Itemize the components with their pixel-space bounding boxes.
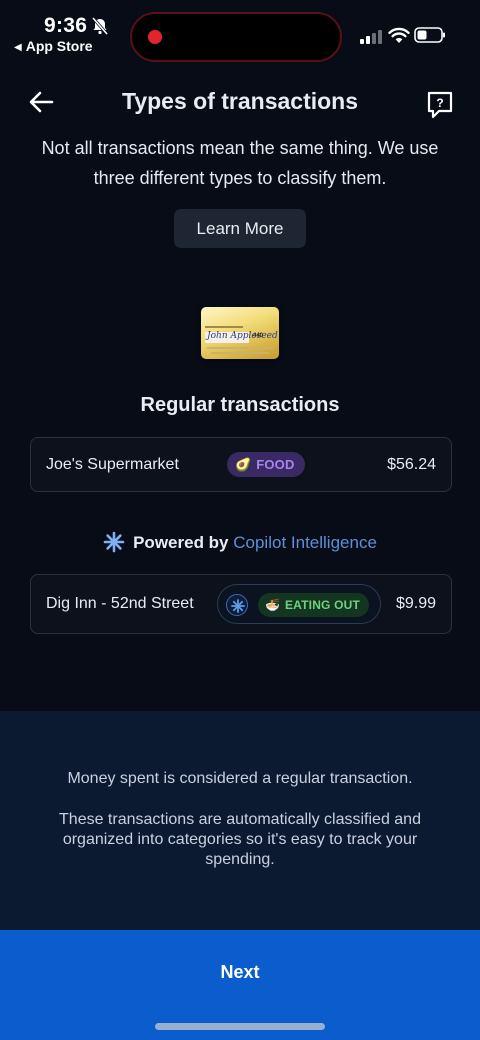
category-pill-eating-out: 🍜 EATING OUT — [258, 593, 370, 617]
sparkle-icon — [103, 531, 125, 553]
help-chat-icon[interactable]: ? — [426, 90, 454, 120]
section-title: Regular transactions — [140, 394, 340, 416]
recording-dot-icon — [148, 30, 162, 44]
home-indicator[interactable] — [155, 1023, 325, 1030]
dynamic-island — [130, 12, 342, 62]
back-triangle-icon: ◀ — [14, 42, 22, 53]
transaction-row: Dig Inn - 52nd Street 🍜 EATING OUT $9.99 — [30, 574, 452, 634]
category-pill-food: 🥑 FOOD — [227, 452, 305, 477]
transaction-amount: $9.99 — [395, 595, 436, 612]
card-line — [207, 347, 273, 349]
avocado-icon: 🥑 — [235, 456, 252, 472]
next-button-label: Next — [220, 962, 260, 982]
powered-by: Powered by Copilot Intelligence — [0, 531, 480, 553]
ai-sparkle-badge — [226, 594, 248, 616]
intro-text: Not all transactions mean the same thing… — [41, 138, 439, 188]
credit-card-illustration: John Appleseed 440 — [201, 307, 279, 359]
back-app-label: App Store — [25, 38, 93, 54]
card-signature: John Appleseed — [207, 331, 278, 341]
page-title: Types of transactions — [121, 88, 359, 114]
transaction-name: Joe's Supermarket — [46, 456, 179, 473]
cellular-signal-icon — [360, 30, 382, 44]
noodle-bowl-icon: 🍜 — [265, 598, 280, 612]
ai-category-suggestion: 🍜 EATING OUT — [217, 584, 381, 624]
wifi-icon — [388, 27, 410, 43]
info-text-primary: Money spent is considered a regular tran… — [67, 770, 413, 787]
svg-text:?: ? — [436, 96, 443, 110]
info-text-secondary: These transactions are automatically cla… — [59, 811, 421, 868]
status-time: 9:36 — [44, 14, 88, 37]
category-label: FOOD — [256, 457, 295, 472]
transaction-amount: $56.24 — [387, 456, 436, 473]
battery-icon — [414, 27, 445, 43]
powered-by-prefix: Powered by — [133, 533, 229, 552]
category-label: EATING OUT — [284, 598, 361, 612]
sparkle-icon — [231, 599, 245, 613]
transaction-row: Joe's Supermarket 🥑 FOOD $56.24 — [30, 437, 452, 492]
powered-by-brand: Copilot Intelligence — [233, 533, 377, 552]
learn-more-button[interactable]: Learn More — [174, 209, 306, 248]
transaction-name: Dig Inn - 52nd Street — [46, 595, 194, 612]
card-line — [205, 326, 243, 328]
status-bar: 9:36 ◀ App Store — [0, 0, 480, 64]
back-to-app-store[interactable]: ◀ App Store — [14, 38, 93, 54]
bell-slash-icon — [91, 17, 109, 35]
card-cvv: 440 — [253, 333, 264, 339]
card-line — [211, 352, 269, 354]
